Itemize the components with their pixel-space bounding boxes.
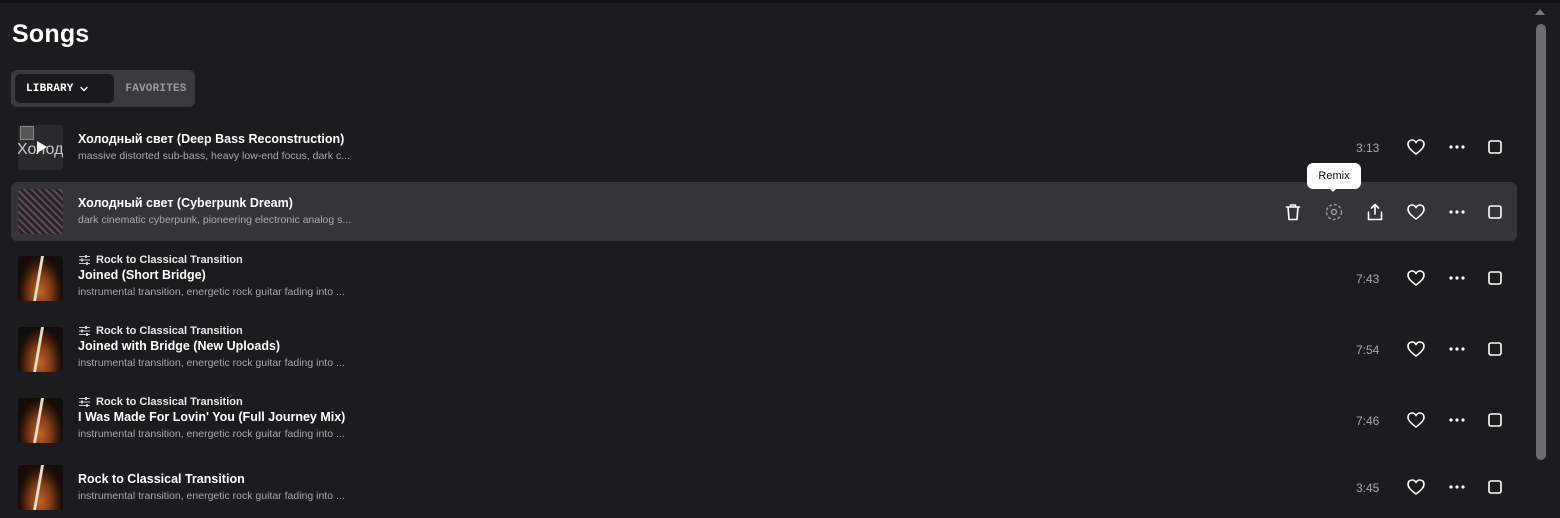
chevron-down-icon [79, 86, 88, 91]
song-description: massive distorted sub-bass, heavy low-en… [78, 150, 350, 162]
song-info: Rock to Classical Transition Joined (Sho… [78, 253, 345, 299]
song-info: Rock to Classical Transition I Was Made … [78, 395, 345, 441]
song-description: instrumental transition, energetic rock … [78, 428, 345, 440]
song-row[interactable]: Rock to Classical Transition I Was Made … [11, 387, 1517, 453]
remix-icon [1325, 203, 1343, 221]
scroll-up-arrow-icon[interactable] [1535, 9, 1545, 15]
like-button[interactable] [1404, 408, 1428, 432]
select-checkbox[interactable] [1483, 337, 1507, 361]
project-tag[interactable]: Rock to Classical Transition [78, 395, 345, 409]
more-options-button[interactable] [1445, 200, 1469, 224]
more-horizontal-icon [1449, 145, 1465, 149]
checkbox-icon [1488, 205, 1502, 219]
tab-library[interactable]: LIBRARY [15, 74, 114, 103]
heart-icon [1407, 204, 1425, 220]
song-title[interactable]: Холодный свет (Cyberpunk Dream) [78, 195, 351, 211]
song-row[interactable]: Холод Холодный свет (Deep Bass Reconstru… [11, 118, 1517, 178]
select-checkbox[interactable] [1483, 475, 1507, 499]
more-options-button[interactable] [1445, 408, 1469, 432]
more-horizontal-icon [1449, 418, 1465, 422]
more-horizontal-icon [1449, 347, 1465, 351]
page-title: Songs [12, 20, 90, 48]
song-description: dark cinematic cyberpunk, pioneering ele… [78, 214, 352, 226]
song-description: instrumental transition, energetic rock … [78, 357, 345, 369]
song-info: Холодный свет (Cyberpunk Dream) dark cin… [78, 195, 351, 227]
heart-icon [1407, 412, 1425, 428]
more-horizontal-icon [1449, 485, 1465, 489]
checkbox-icon [1488, 413, 1502, 427]
select-checkbox[interactable] [1483, 200, 1507, 224]
broken-image-icon [20, 126, 34, 140]
more-options-button[interactable] [1445, 135, 1469, 159]
song-thumbnail[interactable] [18, 189, 63, 234]
song-duration: 7:54 [1356, 343, 1380, 357]
more-options-button[interactable] [1445, 475, 1469, 499]
heart-icon [1407, 341, 1425, 357]
remix-tooltip: Remix [1307, 163, 1361, 189]
song-thumbnail[interactable] [18, 465, 63, 510]
song-row[interactable]: Rock to Classical Transition Joined with… [11, 316, 1517, 382]
song-description: instrumental transition, energetic rock … [78, 490, 345, 502]
more-options-button[interactable] [1445, 266, 1469, 290]
more-horizontal-icon [1449, 276, 1465, 280]
like-button[interactable] [1404, 200, 1428, 224]
play-icon[interactable] [36, 140, 48, 154]
tab-library-label: LIBRARY [26, 82, 74, 95]
more-horizontal-icon [1449, 210, 1465, 214]
song-duration: 7:46 [1356, 414, 1380, 428]
song-thumbnail[interactable]: Холод [18, 125, 63, 170]
song-title[interactable]: Joined (Short Bridge) [78, 267, 345, 283]
project-name: Rock to Classical Transition [96, 325, 243, 337]
song-info: Rock to Classical Transition instrumenta… [78, 471, 345, 503]
more-options-button[interactable] [1445, 337, 1469, 361]
checkbox-icon [1488, 480, 1502, 494]
top-border [0, 0, 1560, 3]
share-button[interactable] [1363, 200, 1387, 224]
project-tag[interactable]: Rock to Classical Transition [78, 253, 345, 267]
library-tabs: LIBRARY FAVORITES [11, 70, 195, 107]
select-checkbox[interactable] [1483, 135, 1507, 159]
song-row[interactable]: Rock to Classical Transition instrumenta… [11, 458, 1517, 518]
select-checkbox[interactable] [1483, 408, 1507, 432]
sliders-icon [79, 255, 90, 265]
song-duration: 7:43 [1356, 272, 1380, 286]
trash-icon [1285, 204, 1301, 221]
like-button[interactable] [1404, 475, 1428, 499]
sliders-icon [79, 326, 90, 336]
project-name: Rock to Classical Transition [96, 396, 243, 408]
song-title[interactable]: Холодный свет (Deep Bass Reconstruction) [78, 131, 350, 147]
song-row[interactable]: Rock to Classical Transition Joined (Sho… [11, 245, 1517, 311]
song-duration: 3:45 [1356, 481, 1380, 495]
heart-icon [1407, 479, 1425, 495]
checkbox-icon [1488, 271, 1502, 285]
scrollbar-thumb[interactable] [1536, 24, 1546, 460]
tooltip-arrow [1328, 187, 1338, 192]
like-button[interactable] [1404, 135, 1428, 159]
song-duration: 3:13 [1356, 141, 1380, 155]
song-title[interactable]: Joined with Bridge (New Uploads) [78, 338, 345, 354]
song-thumbnail[interactable] [18, 398, 63, 443]
checkbox-icon [1488, 342, 1502, 356]
delete-button[interactable] [1281, 200, 1305, 224]
song-row[interactable]: Холодный свет (Cyberpunk Dream) dark cin… [11, 182, 1517, 241]
heart-icon [1407, 270, 1425, 286]
heart-icon [1407, 139, 1425, 155]
sliders-icon [79, 397, 90, 407]
song-description: instrumental transition, energetic rock … [78, 286, 345, 298]
song-info: Rock to Classical Transition Joined with… [78, 324, 345, 370]
song-thumbnail[interactable] [18, 256, 63, 301]
project-name: Rock to Classical Transition [96, 254, 243, 266]
project-tag[interactable]: Rock to Classical Transition [78, 324, 345, 338]
like-button[interactable] [1404, 337, 1428, 361]
song-title[interactable]: Rock to Classical Transition [78, 471, 345, 487]
tab-favorites[interactable]: FAVORITES [120, 74, 192, 103]
remix-button[interactable] [1322, 200, 1346, 224]
song-thumbnail[interactable] [18, 327, 63, 372]
song-info: Холодный свет (Deep Bass Reconstruction)… [78, 131, 350, 163]
song-title[interactable]: I Was Made For Lovin' You (Full Journey … [78, 409, 345, 425]
like-button[interactable] [1404, 266, 1428, 290]
share-icon [1367, 203, 1383, 221]
checkbox-icon [1488, 140, 1502, 154]
select-checkbox[interactable] [1483, 266, 1507, 290]
